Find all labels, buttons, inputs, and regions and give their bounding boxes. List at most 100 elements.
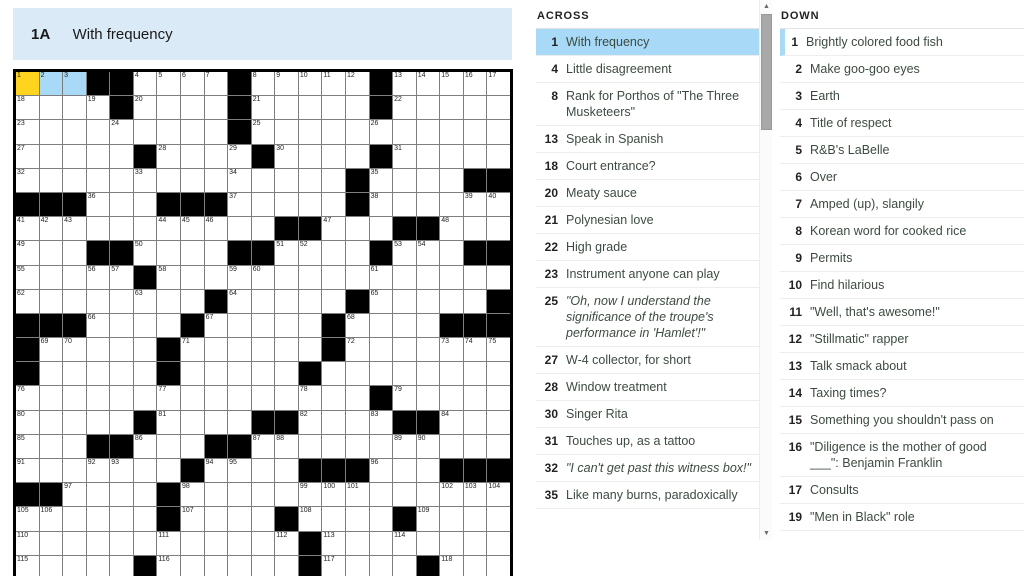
grid-cell[interactable] <box>251 313 275 338</box>
grid-cell[interactable] <box>345 362 369 386</box>
grid-cell[interactable]: 3 <box>63 72 86 96</box>
grid-cell[interactable] <box>322 241 345 265</box>
grid-cell[interactable]: 52 <box>298 241 322 265</box>
grid-cell[interactable]: 17 <box>487 72 510 96</box>
grid-cell[interactable]: 1 <box>16 72 39 96</box>
grid-cell[interactable] <box>322 168 345 192</box>
grid-cell[interactable] <box>275 338 298 362</box>
grid-cell[interactable]: 60 <box>251 265 275 289</box>
grid-cell[interactable] <box>345 265 369 289</box>
grid-cell[interactable] <box>440 362 463 386</box>
down-clue-17[interactable]: 17 Consults <box>780 477 1024 504</box>
grid-cell[interactable]: 23 <box>16 120 39 144</box>
grid-cell[interactable] <box>251 555 275 576</box>
grid-cell[interactable] <box>157 313 180 338</box>
grid-cell[interactable] <box>63 434 86 458</box>
grid-cell[interactable] <box>251 483 275 507</box>
grid-cell[interactable]: 65 <box>369 289 393 313</box>
grid-cell[interactable] <box>63 168 86 192</box>
grid-cell[interactable] <box>133 507 157 531</box>
grid-cell[interactable]: 112 <box>275 531 298 555</box>
grid-cell[interactable] <box>204 555 228 576</box>
grid-cell[interactable] <box>204 362 228 386</box>
grid-cell[interactable]: 2 <box>39 72 63 96</box>
grid-cell[interactable]: 105 <box>16 507 39 531</box>
grid-cell[interactable] <box>463 144 487 168</box>
grid-cell[interactable] <box>463 120 487 144</box>
grid-cell[interactable] <box>393 192 416 217</box>
grid-cell[interactable] <box>416 338 440 362</box>
grid-cell[interactable] <box>275 386 298 410</box>
grid-cell[interactable] <box>86 555 110 576</box>
down-clue-11[interactable]: 11 "Well, that's awesome!" <box>780 299 1024 326</box>
grid-cell[interactable]: 92 <box>86 459 110 483</box>
grid-cell[interactable] <box>204 410 228 434</box>
scrollbar-thumb[interactable] <box>761 14 772 130</box>
grid-cell[interactable] <box>228 555 251 576</box>
grid-cell[interactable] <box>463 555 487 576</box>
grid-cell[interactable] <box>440 96 463 120</box>
grid-cell[interactable] <box>369 531 393 555</box>
grid-cell[interactable] <box>110 410 133 434</box>
grid-cell[interactable]: 58 <box>157 265 180 289</box>
grid-cell[interactable] <box>63 362 86 386</box>
grid-cell[interactable] <box>393 555 416 576</box>
grid-cell[interactable]: 103 <box>463 483 487 507</box>
grid-cell[interactable] <box>345 96 369 120</box>
grid-cell[interactable] <box>228 410 251 434</box>
grid-cell[interactable]: 18 <box>16 96 39 120</box>
down-clue-10[interactable]: 10 Find hilarious <box>780 272 1024 299</box>
grid-cell[interactable] <box>416 483 440 507</box>
grid-cell[interactable]: 13 <box>393 72 416 96</box>
grid-cell[interactable] <box>157 434 180 458</box>
grid-cell[interactable]: 26 <box>369 120 393 144</box>
grid-cell[interactable] <box>86 144 110 168</box>
grid-cell[interactable]: 32 <box>16 168 39 192</box>
down-clue-9[interactable]: 9 Permits <box>780 245 1024 272</box>
across-clue-18[interactable]: 18 Court entrance? <box>536 153 772 180</box>
grid-cell[interactable] <box>298 265 322 289</box>
grid-cell[interactable]: 64 <box>228 289 251 313</box>
grid-cell[interactable]: 39 <box>463 192 487 217</box>
across-clue-13[interactable]: 13 Speak in Spanish <box>536 126 772 153</box>
grid-cell[interactable] <box>345 217 369 241</box>
grid-cell[interactable] <box>86 217 110 241</box>
grid-cell[interactable]: 110 <box>16 531 39 555</box>
grid-cell[interactable]: 7 <box>204 72 228 96</box>
across-scrollbar[interactable]: ▲ ▼ <box>759 0 772 540</box>
grid-cell[interactable]: 81 <box>157 410 180 434</box>
grid-cell[interactable] <box>86 362 110 386</box>
down-clue-12[interactable]: 12 "Stillmatic" rapper <box>780 326 1024 353</box>
grid-cell[interactable] <box>416 531 440 555</box>
grid-cell[interactable] <box>463 265 487 289</box>
grid-cell[interactable] <box>275 483 298 507</box>
grid-cell[interactable] <box>345 555 369 576</box>
grid-cell[interactable] <box>416 192 440 217</box>
grid-cell[interactable]: 108 <box>298 507 322 531</box>
grid-cell[interactable]: 93 <box>110 459 133 483</box>
grid-cell[interactable] <box>487 144 510 168</box>
grid-cell[interactable] <box>322 192 345 217</box>
grid-cell[interactable] <box>369 313 393 338</box>
across-clue-27[interactable]: 27 W-4 collector, for short <box>536 347 772 374</box>
grid-cell[interactable] <box>463 362 487 386</box>
grid-cell[interactable] <box>298 168 322 192</box>
grid-cell[interactable]: 4 <box>133 72 157 96</box>
grid-cell[interactable]: 61 <box>369 265 393 289</box>
grid-cell[interactable] <box>251 338 275 362</box>
grid-cell[interactable] <box>487 362 510 386</box>
grid-cell[interactable] <box>463 410 487 434</box>
grid-cell[interactable] <box>463 434 487 458</box>
grid-cell[interactable]: 91 <box>16 459 39 483</box>
grid-cell[interactable]: 107 <box>180 507 204 531</box>
grid-cell[interactable]: 96 <box>369 459 393 483</box>
grid-cell[interactable]: 16 <box>463 72 487 96</box>
grid-cell[interactable] <box>86 410 110 434</box>
grid-cell[interactable]: 116 <box>157 555 180 576</box>
grid-cell[interactable] <box>275 192 298 217</box>
grid-cell[interactable] <box>86 386 110 410</box>
grid-cell[interactable] <box>133 386 157 410</box>
grid-cell[interactable] <box>416 386 440 410</box>
grid-cell[interactable] <box>275 265 298 289</box>
grid-cell[interactable]: 63 <box>133 289 157 313</box>
